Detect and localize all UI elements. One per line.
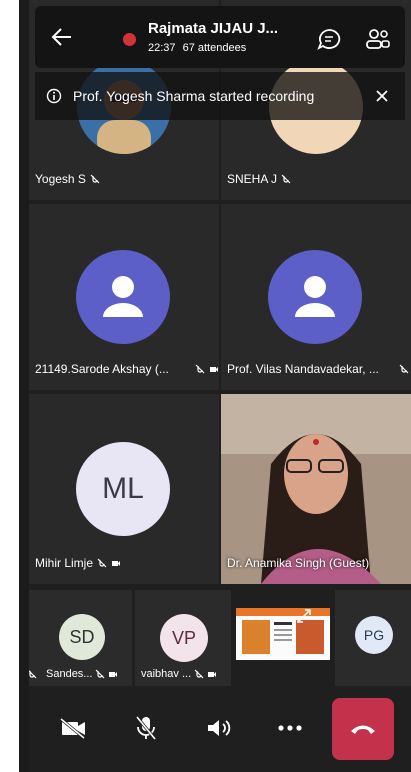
mic-off-icon: [90, 174, 100, 184]
camera-off-icon: [60, 717, 85, 739]
strip-name: vaibhav ...: [141, 668, 217, 680]
initials-avatar: VP: [160, 614, 208, 662]
hang-up-button[interactable]: [332, 698, 394, 760]
camera-toggle-button[interactable]: [49, 704, 97, 752]
participant-tile-vilas[interactable]: Prof. Vilas Nandavadekar, ...: [221, 204, 411, 390]
mic-off-icon: [29, 670, 37, 679]
strip-name: Sandes...: [29, 668, 118, 680]
chat-icon[interactable]: [317, 28, 341, 50]
more-options-button[interactable]: [266, 704, 314, 752]
video-off-icon: [109, 672, 118, 677]
meeting-header: Rajmata JIJAU J... 22:37 67 attendees: [35, 6, 405, 68]
initials-avatar: SD: [59, 614, 105, 660]
mic-off-icon: [194, 669, 204, 679]
left-margin: [0, 0, 19, 772]
meeting-duration: 22:37: [148, 42, 176, 54]
meeting-title: Rajmata JIJAU J...: [148, 20, 279, 37]
initials-avatar: ML: [76, 442, 170, 536]
speaker-button[interactable]: [195, 704, 243, 752]
participant-name: 21149.Sarode Akshay (...: [35, 362, 219, 376]
participant-name: SNEHA J: [227, 172, 291, 186]
mic-off-icon: [135, 716, 157, 740]
shared-screen-thumbnail: [236, 608, 330, 660]
attendee-count: 67 attendees: [182, 42, 247, 54]
mic-off-icon: [281, 174, 291, 184]
recording-notification: Prof. Yogesh Sharma started recording: [35, 72, 405, 120]
phone-screen: Yogesh S SNEHA J 21149.Sarode Akshay (..…: [0, 0, 411, 772]
more-icon: [278, 725, 302, 731]
person-icon: [268, 250, 362, 344]
strip-tile-vaibhav[interactable]: VP vaibhav ...: [135, 590, 231, 686]
info-icon: [46, 88, 62, 104]
mute-button[interactable]: [122, 704, 170, 752]
close-icon[interactable]: [375, 89, 389, 103]
teams-meeting-view: Yogesh S SNEHA J 21149.Sarode Akshay (..…: [29, 0, 411, 772]
participants-icon[interactable]: [365, 28, 391, 50]
strip-tile-sandesh[interactable]: SD Sandes...: [29, 590, 132, 686]
person-icon: [76, 250, 170, 344]
participant-tile-anamika-video[interactable]: Dr. Anamika Singh (Guest): [221, 394, 411, 584]
participant-name: Dr. Anamika Singh (Guest): [227, 556, 370, 570]
participant-tile-mihir[interactable]: ML Mihir Limje: [29, 394, 219, 584]
mic-off-icon: [96, 669, 105, 679]
hang-up-icon: [351, 725, 375, 734]
mic-off-icon: [195, 364, 205, 374]
meeting-info: 22:37 67 attendees: [148, 42, 246, 54]
initials-avatar: PG: [355, 616, 393, 654]
mic-off-icon: [399, 364, 409, 374]
recording-indicator: [123, 33, 136, 46]
recording-banner-text: Prof. Yogesh Sharma started recording: [73, 88, 315, 104]
video-off-icon: [208, 672, 217, 677]
participant-name: Prof. Vilas Nandavadekar, ...: [227, 362, 409, 376]
expand-icon[interactable]: [296, 608, 312, 624]
video-off-icon: [112, 561, 121, 566]
mic-off-icon: [97, 558, 107, 568]
strip-tile-shared-content[interactable]: [234, 590, 332, 686]
video-off-icon: [210, 367, 218, 372]
participant-tile-sarode[interactable]: 21149.Sarode Akshay (...: [29, 204, 219, 390]
participant-name: Mihir Limje: [35, 556, 121, 570]
left-border: [19, 0, 29, 772]
call-controls-bar: [29, 690, 411, 772]
back-arrow-icon[interactable]: [51, 27, 73, 47]
participant-name: Yogesh S: [35, 172, 100, 186]
strip-tile-pg[interactable]: PG: [335, 590, 411, 686]
speaker-icon: [208, 720, 231, 736]
